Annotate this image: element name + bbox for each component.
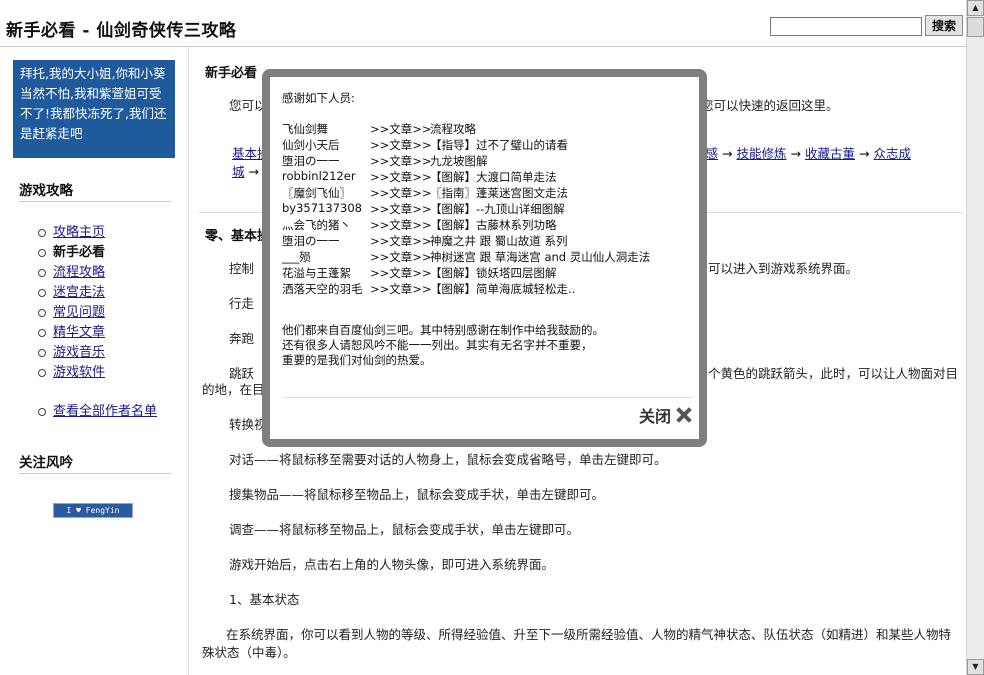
search-button[interactable]: 搜索 [925,15,963,36]
topic-link[interactable]: 技能修炼 [737,146,787,161]
all-authors-link[interactable]: 查看全部作者名单 [53,404,157,419]
arrow-icon: → [722,146,733,161]
search-input[interactable] [770,17,922,36]
topic-links-right: 好感→技能修炼→收藏古董→众志成 [693,145,953,163]
talk-text: 对话——将鼠标移至需要对话的人物身上，鼠标会变成省略号，单击左键即可。 [229,452,667,467]
sidebar-item-articles[interactable]: 精华文章 [38,323,105,343]
credit-author: 堕泪の一一 [282,234,340,248]
credit-type: >>文章>> [370,202,432,216]
credit-type: >>文章>> [370,266,432,280]
search-item-text: 搜集物品——将鼠标移至物品上，鼠标会变成手状，单击左键即可。 [229,487,605,502]
credits-footer-line: 他们都来自百度仙剑三吧。其中特别感谢在制作中给我鼓励的。 [282,323,604,337]
credit-author: 花溢与王蓬絮 [282,266,351,280]
games-heading: 游戏攻略 [19,183,73,199]
credit-author: 仙剑小天后 [282,138,340,152]
sidebar-item-home[interactable]: 攻略主页 [38,223,105,243]
credit-article-title: 【图解】大渡口简单走法 [430,170,557,184]
scrollbar-thumb[interactable] [967,17,984,37]
credits-footer-line: 重要的是我们对仙剑的热爱。 [282,353,432,367]
credit-type: >>文章>> [370,218,432,232]
arrow-icon: → [859,146,870,161]
credit-author: by357137308 [282,201,362,215]
credit-type: >>文章>> [370,138,432,152]
sidebar-item-faq[interactable]: 常见问题 [38,303,105,323]
sidebar-item-label[interactable]: 迷宫走法 [53,285,105,300]
close-icon[interactable] [675,406,693,424]
character-quote-box: 拜托,我的大小姐,你和小葵当然不怕,我和紫萱姐可受不了!我都快冻死了,我们还是赶… [13,60,175,158]
credit-type: >>文章>> [370,154,432,168]
credit-author: ___殒 [282,250,311,264]
credit-article-title: 【图解】古藤林系列功略 [430,218,557,232]
credit-author: 洒落天空的羽毛 [282,282,363,296]
credit-article-title: 神魔之井 跟 蜀山故道 系列 [430,234,568,248]
status-text: 在系统界面，你可以看到人物的等级、所得经验值、升至下一级所需经验值、人物的精气神… [202,627,952,660]
close-label[interactable]: 关闭 [639,403,671,427]
credit-article-title: 【图解】锁妖塔四层图解 [430,266,557,280]
arrow-icon: → [790,146,801,161]
inspect-text: 调查——将鼠标移至物品上，鼠标会变成手状，单击左键即可。 [229,522,580,537]
credit-author: 灬会飞的猪丶 [282,218,351,232]
topic-link[interactable]: 城 [232,164,245,179]
credit-type: >>文章>> [370,186,432,200]
credit-type: >>文章>> [370,282,432,296]
credits-footer-line: 还有很多人请恕风吟不能一一列出。其实有无名字并不重要， [282,338,593,352]
divider [19,473,171,474]
credit-article-title: 【图解】--九顶山详细图解 [430,202,565,216]
credit-author: robbinl212er [282,169,356,183]
vertical-scrollbar[interactable]: ▲ ▼ [966,0,984,675]
section-title: 新手必看 [205,66,258,81]
credits-intro: 感谢如下人员: [282,91,355,105]
sidebar-item-beginner: 新手必看 [38,243,105,263]
sidebar-item-label[interactable]: 常见问题 [53,305,105,320]
topic-link[interactable]: 众志成 [874,146,912,161]
credits-dialog-body: 感谢如下人员: 飞仙剑舞 >>文章>> 流程攻略 仙剑小天后 >>文章>> 【指导】过不了… [270,77,699,439]
sidebar-item-label: 新手必看 [53,245,106,260]
sidebar-item-walkthrough[interactable]: 流程攻略 [38,263,105,283]
sidebar-item-maze[interactable]: 迷宫走法 [38,283,105,303]
credit-author: 〖魔剑飞仙〗 [282,186,351,200]
sidebar-item-software[interactable]: 游戏软件 [38,363,105,383]
jump-text-right: 个黄色的跳跃箭头，此时，可以让人物面对目 [708,366,959,381]
scroll-up-icon[interactable]: ▲ [967,0,984,16]
credit-type: >>文章>> [370,250,432,264]
credit-type: >>文章>> [370,234,432,248]
topic-link[interactable]: 收藏古董 [805,146,855,161]
credit-type: >>文章>> [370,122,432,136]
sidebar: 拜托,我的大小姐,你和小葵当然不怕,我和紫萱姐可受不了!我都快冻死了,我们还是赶… [0,47,189,675]
status-title: 1、基本状态 [229,592,300,607]
credit-type: >>文章>> [370,170,432,184]
sidebar-item-label[interactable]: 游戏软件 [53,365,105,380]
page-frame: 新手必看 - 仙剑奇侠传三攻略 搜索 拜托,我的大小姐,你和小葵当然不怕,我和紫… [0,0,966,675]
credit-article-title: 〖指南〗蓬莱迷宫图文走法 [430,186,568,200]
credit-article-title: 流程攻略 [430,122,476,136]
page-title: 新手必看 - 仙剑奇侠传三攻略 [6,21,237,41]
divider [282,397,692,398]
divider [19,201,171,202]
credit-article-title: 【图解】简单海底城轻松走.. [430,282,576,296]
control-text-right: 可以进入到游戏系统界面。 [708,261,859,276]
sidebar-item-label[interactable]: 流程攻略 [53,265,105,280]
sidebar-item-label[interactable]: 精华文章 [53,325,105,340]
sidebar-item-label[interactable]: 游戏音乐 [53,345,105,360]
credit-author: 堕泪の一一 [282,154,340,168]
all-authors-item[interactable]: 查看全部作者名单 [38,402,157,422]
fengyin-badge[interactable]: I ♥ FengYin [53,503,133,518]
start-text: 游戏开始后，点击右上角的人物头像，即可进入系统界面。 [229,557,555,572]
basic-ops-title: 零、基本操 [205,229,271,244]
credit-article-title: 【指导】过不了璧山的请看 [430,138,568,152]
follow-heading: 关注风吟 [19,455,73,471]
credit-article-title: 神树迷宫 跟 草海迷宫 and 灵山仙人洞走法 [430,250,651,264]
credits-footer: 他们都来自百度仙剑三吧。其中特别感谢在制作中给我鼓励的。 还有很多人请恕风吟不能… [282,323,682,368]
credit-author: 飞仙剑舞 [282,122,328,136]
close-button[interactable]: 关闭 [639,404,693,426]
guide-nav-list: 攻略主页 新手必看 流程攻略 迷宫走法 常见问题 精华文章 游戏音乐 游戏软件 [38,223,105,383]
arrow-icon: → [248,164,259,179]
credits-dialog: 感谢如下人员: 飞仙剑舞 >>文章>> 流程攻略 仙剑小天后 >>文章>> 【指导】过不了… [262,69,707,447]
credit-article-title: 九龙坡图解 [430,154,488,168]
sidebar-item-label[interactable]: 攻略主页 [53,225,105,240]
scroll-down-icon[interactable]: ▼ [967,659,984,675]
intro-text-right: 您可以快速的返回这里。 [701,98,839,113]
sidebar-item-music[interactable]: 游戏音乐 [38,343,105,363]
page-header: 新手必看 - 仙剑奇侠传三攻略 搜索 [0,0,966,47]
